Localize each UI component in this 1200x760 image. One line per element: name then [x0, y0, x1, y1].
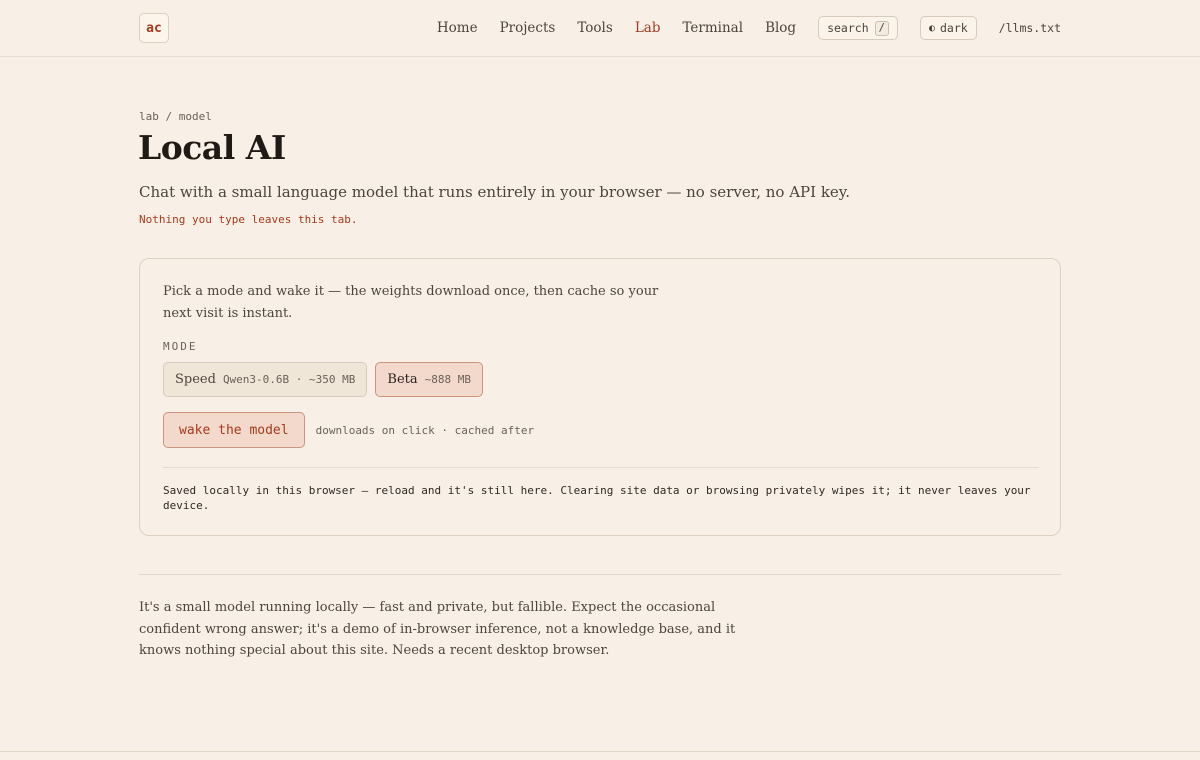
- card-intro: Pick a mode and wake it — the weights do…: [163, 284, 659, 321]
- mode-beta-detail: ~888 MB: [424, 373, 471, 386]
- search-shortcut-key: /: [874, 20, 889, 36]
- wake-row: wake the model downloads on click · cach…: [163, 412, 534, 448]
- nav-home[interactable]: Home: [437, 20, 478, 36]
- breadcrumb: lab / model: [139, 110, 212, 123]
- main-nav: Home Projects Tools Lab Terminal Blog se…: [415, 16, 1061, 40]
- mode-speed-button[interactable]: Speed Qwen3-0.6B · ~350 MB: [163, 362, 368, 397]
- logo-text: ac: [146, 20, 162, 36]
- half-circle-icon: ◐: [928, 22, 935, 34]
- theme-toggle-button[interactable]: ◐ dark: [919, 16, 977, 40]
- model-card: Pick a mode and wake it — the weights do…: [139, 258, 1061, 536]
- storage-note: Saved locally in this browser — reload a…: [163, 484, 1031, 512]
- search-button[interactable]: search /: [818, 16, 898, 40]
- site-header: ac Home Projects Tools Lab Terminal Blog…: [0, 0, 1200, 57]
- site-logo[interactable]: ac: [139, 13, 169, 43]
- page-subtitle: Chat with a small language model that ru…: [139, 183, 851, 201]
- search-label: search: [827, 21, 869, 35]
- page-title: Local AI: [138, 128, 286, 167]
- mode-beta-name: Beta: [387, 372, 418, 387]
- mode-selector: Speed Qwen3-0.6B · ~350 MB Beta ~888 MB: [163, 362, 491, 397]
- mode-speed-name: Speed: [175, 372, 216, 387]
- privacy-note: Nothing you type leaves this tab.: [139, 213, 358, 226]
- mode-beta-button[interactable]: Beta ~888 MB: [375, 362, 483, 397]
- theme-label: dark: [939, 21, 968, 35]
- nav-projects[interactable]: Projects: [500, 20, 556, 36]
- disclaimer-text: It's a small model running locally — fas…: [139, 600, 736, 658]
- page-bottom-divider: [0, 751, 1200, 752]
- mode-label: MODE: [163, 340, 198, 353]
- nav-blog[interactable]: Blog: [765, 20, 796, 36]
- wake-model-button[interactable]: wake the model: [163, 412, 305, 448]
- section-divider: [139, 574, 1061, 575]
- nav-lab[interactable]: Lab: [635, 20, 661, 36]
- card-divider: [163, 467, 1039, 468]
- llms-txt-link[interactable]: /llms.txt: [999, 21, 1061, 35]
- mode-speed-detail: Qwen3-0.6B · ~350 MB: [222, 373, 356, 386]
- nav-tools[interactable]: Tools: [577, 20, 612, 36]
- nav-terminal[interactable]: Terminal: [682, 20, 743, 36]
- wake-hint: downloads on click · cached after: [315, 423, 535, 437]
